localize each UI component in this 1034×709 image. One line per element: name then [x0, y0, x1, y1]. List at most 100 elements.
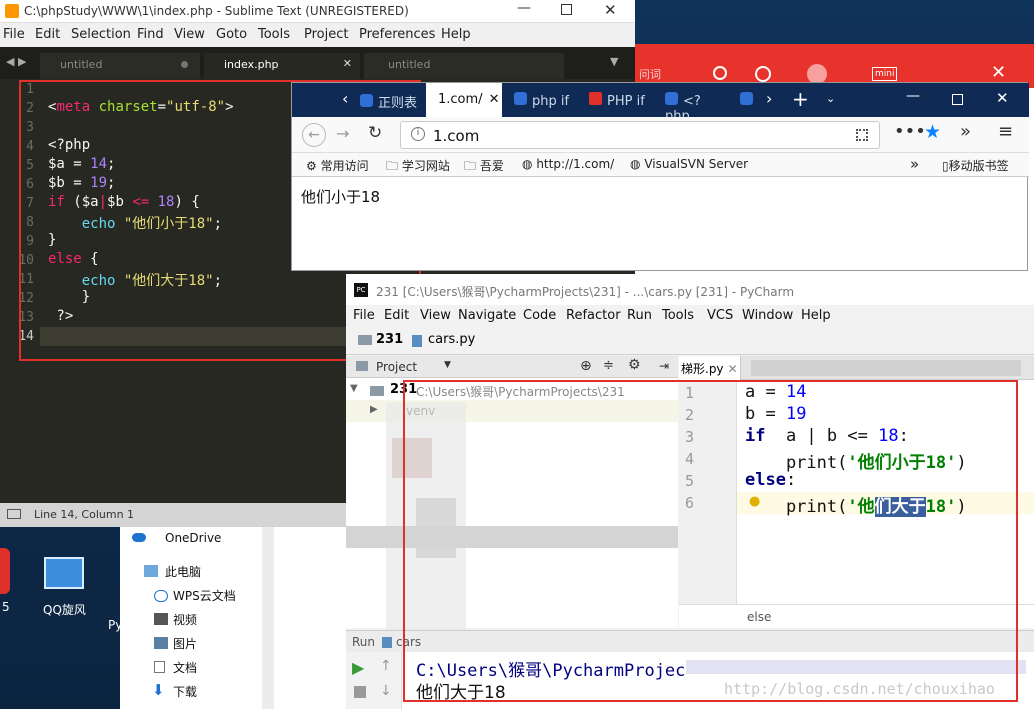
menu-edit[interactable]: Edit	[35, 27, 60, 42]
tab-php-if[interactable]: php if	[514, 83, 580, 117]
python-code[interactable]: a = 14 b = 19 if a | b <= 18: print('他们小…	[737, 380, 1034, 604]
menu-find[interactable]: Find	[137, 27, 164, 42]
hide-icon[interactable]: ⇥	[659, 359, 669, 373]
tab-php-if-2[interactable]: PHP if	[589, 83, 659, 117]
panel-toggle-icon[interactable]	[7, 509, 21, 519]
menu-tools[interactable]: Tools	[662, 308, 694, 323]
explorer-scrollbar[interactable]	[262, 527, 274, 709]
info-icon[interactable]: i	[411, 127, 425, 141]
nav-videos[interactable]: 视频	[173, 611, 197, 628]
nav-downloads[interactable]: 下载	[173, 683, 197, 700]
maximize-icon[interactable]	[952, 94, 963, 105]
tab-close-icon[interactable]: ✕	[728, 362, 738, 376]
lightbulb-icon[interactable]: ●	[749, 494, 760, 509]
nav-onedrive[interactable]: OneDrive	[165, 531, 221, 545]
new-tab-icon[interactable]: +	[792, 87, 809, 111]
tab-close-icon[interactable]: ✕	[343, 57, 352, 70]
menu-file[interactable]: File	[353, 308, 375, 323]
menu-edit[interactable]: Edit	[384, 308, 409, 323]
bg-mini-button[interactable]: mini	[872, 67, 898, 81]
menu-code[interactable]: Code	[523, 308, 556, 323]
chevron-right-icon[interactable]: ▶	[370, 404, 378, 415]
menu-file[interactable]: File	[3, 27, 25, 42]
collapse-icon[interactable]: ≑	[603, 358, 614, 373]
code-line: else:	[745, 470, 797, 490]
editor-tab[interactable]: 梯形.py ✕	[679, 356, 741, 380]
bg-history-icon[interactable]	[755, 66, 771, 82]
forward-icon[interactable]: →	[336, 124, 349, 143]
maximize-icon[interactable]	[561, 4, 572, 15]
tree-root[interactable]: 231	[390, 382, 417, 397]
nav-this-pc[interactable]: 此电脑	[165, 563, 201, 580]
run-icon[interactable]: ▶	[352, 658, 364, 677]
menu-navigate[interactable]: Navigate	[458, 308, 516, 323]
tab-partial[interactable]	[740, 83, 760, 117]
bookmark-common[interactable]: ⚙ 常用访问	[306, 157, 369, 174]
bookmark-52pojie[interactable]: 🗀 吾爱	[464, 157, 504, 178]
bookmark-visualsvn[interactable]: ◍ VisualSVN Server	[630, 157, 748, 171]
menu-help[interactable]: Help	[441, 27, 471, 42]
tab-close-icon[interactable]: ✕	[489, 92, 500, 107]
address-bar[interactable]: i 1.com	[400, 121, 880, 149]
menu-run[interactable]: Run	[627, 308, 652, 323]
breadcrumb-file[interactable]: cars.py	[428, 332, 475, 347]
down-arrow-icon[interactable]: ↓	[380, 683, 392, 699]
nav-pictures[interactable]: 图片	[173, 635, 197, 652]
menu-view[interactable]: View	[174, 27, 205, 42]
tab-untitled-2[interactable]: untitled	[364, 53, 564, 79]
nav-documents[interactable]: 文档	[173, 659, 197, 676]
stop-icon[interactable]	[354, 686, 366, 698]
bookmarks-overflow-icon[interactable]: »	[910, 155, 919, 173]
nav-wps-cloud[interactable]: WPS云文档	[173, 587, 236, 604]
bg-avatar[interactable]	[807, 64, 827, 84]
up-arrow-icon[interactable]: ↑	[380, 658, 392, 674]
menu-icon[interactable]: ≡	[998, 121, 1013, 142]
minimize-icon[interactable]: —	[517, 0, 531, 16]
desktop-icon-qqxf[interactable]: QQ旋风	[40, 555, 88, 621]
close-icon[interactable]: ✕	[996, 89, 1009, 107]
locate-icon[interactable]: ⊕	[580, 358, 592, 374]
tab-dropdown-icon[interactable]: ▼	[610, 55, 618, 68]
tab-regex[interactable]: 正则表	[360, 83, 420, 117]
menu-view[interactable]: View	[420, 308, 451, 323]
close-icon[interactable]: ✕	[604, 1, 617, 19]
chevron-down-icon[interactable]: ▼	[350, 383, 358, 394]
bookmark-1com[interactable]: ◍ http://1.com/	[522, 157, 614, 171]
tab-nav-arrows[interactable]: ◀ ▶	[6, 55, 26, 68]
chevron-down-icon[interactable]: ▼	[444, 360, 451, 370]
gear-icon[interactable]: ⚙	[628, 357, 641, 373]
baidu-paw-icon	[740, 92, 753, 105]
tab-untitled-1[interactable]: untitled	[40, 53, 200, 79]
breadcrumb-project[interactable]: 231	[376, 332, 403, 347]
bookmark-star-icon[interactable]: ★	[924, 121, 941, 143]
tab-list-icon[interactable]: ⌄	[826, 92, 835, 105]
tab-1-com[interactable]: 1.com/✕	[426, 83, 502, 117]
reload-icon[interactable]: ↻	[368, 123, 382, 143]
menu-help[interactable]: Help	[801, 308, 831, 323]
bookmark-study[interactable]: 🗀 学习网站	[386, 157, 450, 178]
tab-index-php[interactable]: index.php ✕	[204, 53, 360, 79]
qr-icon[interactable]	[856, 129, 868, 141]
tabs-scroll-right-icon[interactable]: ›	[766, 89, 772, 108]
project-dropdown[interactable]: Project	[376, 360, 417, 374]
menu-refactor[interactable]: Refactor	[566, 308, 621, 323]
more-icon[interactable]: •••	[894, 121, 926, 142]
bookmark-mobile[interactable]: ▯移动版书签	[942, 157, 1009, 174]
minimize-icon[interactable]: —	[906, 88, 920, 104]
bg-close-icon[interactable]: ✕	[991, 62, 1006, 83]
menu-preferences[interactable]: Preferences	[359, 27, 435, 42]
menu-selection[interactable]: Selection	[71, 27, 131, 42]
bg-search-icon[interactable]	[713, 66, 727, 80]
tabs-scroll-left-icon[interactable]: ‹	[342, 89, 348, 108]
menu-goto[interactable]: Goto	[216, 27, 247, 42]
run-target[interactable]: cars	[396, 635, 421, 649]
console-output: 他们大于18	[416, 683, 506, 703]
menu-window[interactable]: Window	[742, 308, 793, 323]
overflow-icon[interactable]: »	[960, 121, 971, 142]
tab-php-code[interactable]: <?php	[665, 83, 725, 124]
desktop-icon-red[interactable]	[0, 548, 10, 594]
back-icon[interactable]: ←	[302, 123, 326, 147]
menu-project[interactable]: Project	[304, 27, 348, 42]
menu-tools[interactable]: Tools	[258, 27, 290, 42]
menu-vcs[interactable]: VCS	[707, 308, 733, 323]
